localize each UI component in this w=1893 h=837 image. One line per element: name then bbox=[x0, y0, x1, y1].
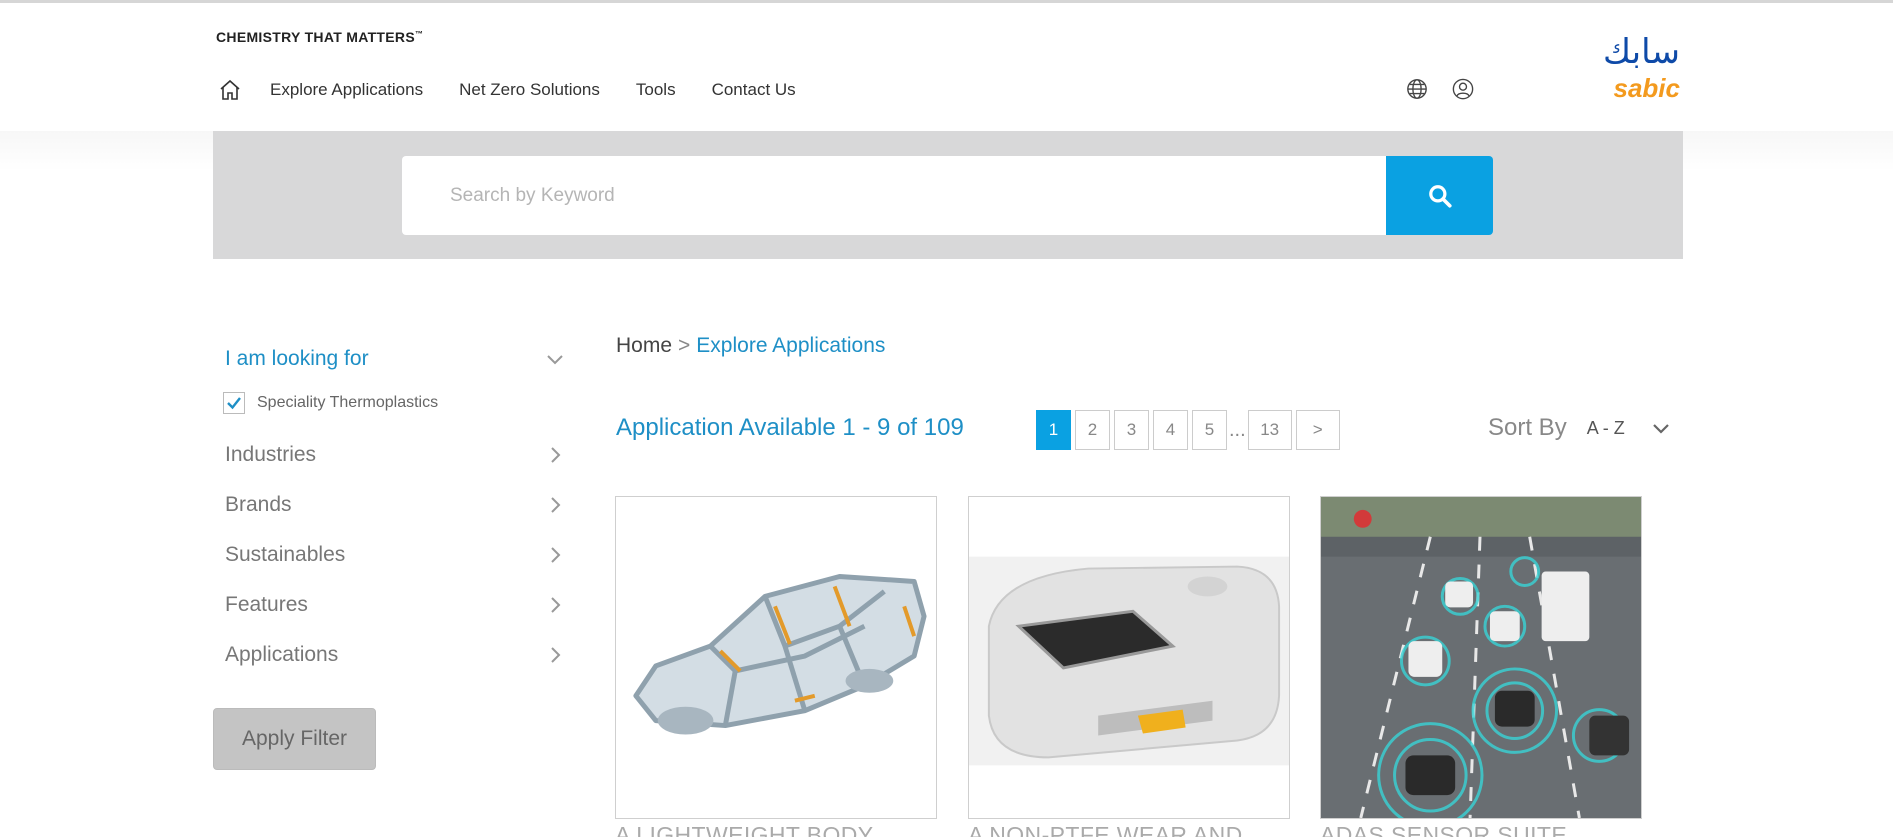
adas-road-image bbox=[1321, 497, 1641, 818]
page-4-button[interactable]: 4 bbox=[1153, 410, 1188, 450]
nav-contact-us[interactable]: Contact Us bbox=[712, 80, 796, 100]
nav-explore-applications[interactable]: Explore Applications bbox=[270, 80, 423, 100]
device-image bbox=[969, 497, 1289, 818]
page-5-button[interactable]: 5 bbox=[1192, 410, 1227, 450]
filter-industries-label: Industries bbox=[225, 443, 317, 466]
card-2-title[interactable]: A NON-PTFE WEAR AND bbox=[968, 822, 1243, 837]
logo-arabic-text: سابك bbox=[1603, 33, 1680, 72]
filter-features[interactable]: Features bbox=[213, 580, 573, 630]
tagline: CHEMISTRY THAT MATTERS™ bbox=[216, 29, 423, 45]
sort-label: Sort By bbox=[1488, 414, 1567, 441]
search-input[interactable] bbox=[450, 184, 1350, 207]
sort-control: Sort By A - Z bbox=[1488, 414, 1671, 442]
speciality-checkbox[interactable] bbox=[223, 392, 245, 414]
chevron-down-icon[interactable] bbox=[1651, 418, 1671, 438]
chevron-down-icon bbox=[547, 355, 563, 365]
filter-looking-for[interactable]: I am looking for bbox=[213, 340, 573, 378]
page-2-button[interactable]: 2 bbox=[1075, 410, 1110, 450]
card-1-title[interactable]: A LIGHTWEIGHT BODY bbox=[615, 822, 874, 837]
page-ellipsis: ... bbox=[1229, 418, 1246, 441]
nav-net-zero-solutions[interactable]: Net Zero Solutions bbox=[459, 80, 600, 100]
page-3-button[interactable]: 3 bbox=[1114, 410, 1149, 450]
chevron-right-icon bbox=[551, 547, 561, 563]
home-icon[interactable] bbox=[216, 76, 244, 104]
filter-sustainables-label: Sustainables bbox=[225, 543, 346, 566]
search-box bbox=[402, 156, 1386, 235]
user-icon[interactable] bbox=[1450, 76, 1476, 102]
pagination: 1 2 3 4 5 ... 13 > bbox=[1036, 410, 1344, 450]
car-body-image bbox=[616, 497, 936, 818]
filter-features-label: Features bbox=[225, 593, 308, 616]
application-card-2[interactable] bbox=[968, 496, 1290, 819]
filter-applications[interactable]: Applications bbox=[213, 630, 573, 680]
page-1-button[interactable]: 1 bbox=[1036, 410, 1071, 450]
chevron-right-icon bbox=[551, 497, 561, 513]
sort-select[interactable]: A - Z bbox=[1587, 418, 1625, 439]
chevron-right-icon bbox=[551, 597, 561, 613]
chevron-right-icon bbox=[551, 647, 561, 663]
filter-looking-for-label: I am looking for bbox=[225, 347, 369, 370]
checkbox-row-speciality: Speciality Thermoplastics bbox=[213, 388, 573, 418]
filter-applications-label: Applications bbox=[225, 643, 339, 666]
filter-brands-label: Brands bbox=[225, 493, 292, 516]
page-last-button[interactable]: 13 bbox=[1247, 410, 1292, 450]
speciality-checkbox-label[interactable]: Speciality Thermoplastics bbox=[257, 394, 438, 412]
trademark-symbol: ™ bbox=[414, 29, 424, 39]
logo-latin-text: sabic bbox=[1614, 73, 1681, 103]
search-icon bbox=[1428, 184, 1452, 208]
results-count: Application Available 1 - 9 of 109 bbox=[616, 414, 964, 441]
tagline-text: CHEMISTRY THAT MATTERS bbox=[216, 29, 415, 45]
filter-sidebar: I am looking for Speciality Thermoplasti… bbox=[213, 340, 573, 770]
application-card-3[interactable] bbox=[1320, 496, 1642, 819]
sabic-logo[interactable]: سابك sabic bbox=[1560, 32, 1682, 103]
breadcrumb-separator: > bbox=[678, 334, 691, 357]
breadcrumb-home[interactable]: Home bbox=[616, 334, 672, 357]
breadcrumb-current[interactable]: Explore Applications bbox=[696, 334, 885, 357]
site-header: CHEMISTRY THAT MATTERS™ Explore Applicat… bbox=[0, 3, 1893, 131]
card-3-title[interactable]: ADAS SENSOR SUITE bbox=[1320, 822, 1567, 837]
breadcrumb: Home > Explore Applications bbox=[616, 334, 885, 358]
filter-industries[interactable]: Industries bbox=[213, 430, 573, 480]
main-nav: Explore Applications Net Zero Solutions … bbox=[216, 75, 832, 105]
application-card-1[interactable] bbox=[615, 496, 937, 819]
checkmark-icon bbox=[227, 397, 241, 410]
filter-sustainables[interactable]: Sustainables bbox=[213, 530, 573, 580]
chevron-right-icon bbox=[551, 447, 561, 463]
apply-filter-button[interactable]: Apply Filter bbox=[213, 708, 376, 770]
globe-icon[interactable] bbox=[1404, 76, 1430, 102]
search-button[interactable] bbox=[1386, 156, 1493, 235]
page-next-button[interactable]: > bbox=[1295, 410, 1340, 450]
nav-tools[interactable]: Tools bbox=[636, 80, 676, 100]
header-utilities bbox=[1404, 76, 1476, 102]
filter-brands[interactable]: Brands bbox=[213, 480, 573, 530]
